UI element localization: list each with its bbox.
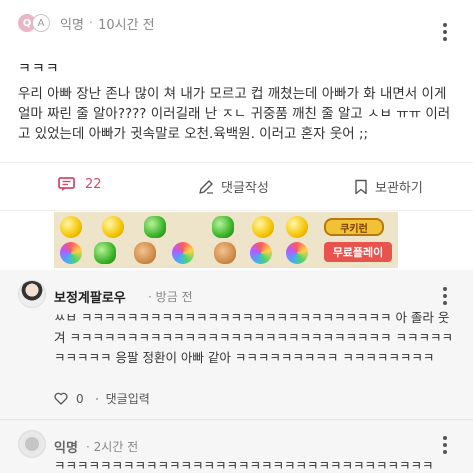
comment-author[interactable]: 익명 [54, 437, 78, 456]
write-comment-button[interactable]: 댓글작성 [198, 177, 269, 196]
post-action-bar: 22 댓글작성 보관하기 [0, 168, 473, 204]
comment-more-menu-icon[interactable] [443, 287, 447, 305]
heart-icon[interactable] [54, 392, 68, 405]
comment-time-text: 방금 전 [155, 290, 193, 304]
reply-button[interactable]: 댓글입력 [106, 390, 150, 407]
post-title: ㅋㅋㅋ [18, 61, 60, 77]
comment-text: ㅆㅂ ㅋㅋㅋㅋㅋㅋㅋㅋㅋㅋㅋㅋㅋㅋㅋㅋㅋㅋㅋㅋㅋㅋㅋㅋㅋㅋㅋ 아 졸라 웃겨 ㅋ… [54, 310, 453, 365]
bookmark-icon [355, 179, 367, 194]
ad-gem-row [54, 214, 308, 242]
divider [0, 210, 473, 211]
comment-action-separator [95, 397, 98, 400]
save-button[interactable]: 보관하기 [354, 177, 423, 196]
green-gem-icon [212, 216, 234, 238]
comment-actions: 0 댓글입력 [54, 390, 150, 407]
write-comment-label: 댓글작성 [221, 181, 269, 196]
green-gem-icon [144, 216, 166, 238]
post-more-menu-icon[interactable] [443, 23, 447, 41]
post-time: 10시간 전 [98, 17, 155, 33]
anonymous-avatar-icon [18, 430, 46, 458]
ad-logo: 쿠키런 [324, 218, 384, 236]
ad-free-play-button[interactable]: 무료플레이 [324, 242, 392, 262]
rainbow-gem-icon [286, 242, 308, 264]
comment-time: · 방금 전 [148, 288, 193, 305]
rainbow-gem-icon [250, 242, 272, 264]
ad-gem-row [54, 240, 308, 268]
post-header: Q A 익명 · 10시간 전 [18, 12, 155, 34]
yellow-gem-icon [286, 216, 308, 238]
comment-meta-separator: · [148, 290, 152, 304]
a-badge-icon: A [32, 14, 50, 32]
comment-more-menu-icon[interactable] [443, 436, 447, 454]
comment-time-text: 2시간 전 [93, 440, 139, 454]
comment-count: 22 [85, 177, 102, 192]
comment-text: ㅋㅋㅋㅋㅋㅋㅋㅋㅋㅋㅋㅋㅋㅋㅋㅋㅋㅋㅋㅋㅋㅋㅋㅋㅋㅋㅋㅋㅋㅋㅋㅋㅋ [54, 458, 434, 473]
divider [0, 162, 473, 163]
post-body: 우리 아빠 장난 존나 많이 쳐 내가 모르고 컵 깨쳤는데 아빠가 화 내면서… [18, 86, 451, 142]
avatar[interactable] [18, 280, 46, 308]
rainbow-gem-icon [60, 242, 82, 264]
post-author: 익명 [60, 17, 84, 33]
speech-bubble-icon [58, 177, 75, 191]
save-label: 보관하기 [375, 181, 423, 196]
ad-banner[interactable]: 쿠키런 무료플레이 [54, 212, 398, 268]
pencil-icon [199, 179, 213, 194]
comment-author[interactable]: 보정계팔로우 [54, 287, 126, 306]
comment-count-button[interactable]: 22 [58, 177, 102, 192]
comment-time: · 2시간 전 [86, 438, 138, 455]
post-meta-separator: · [88, 15, 94, 31]
green-gem-icon [94, 242, 116, 264]
rainbow-gem-icon [172, 242, 194, 264]
cookie-gem-icon [214, 242, 236, 264]
comment-like-count: 0 [76, 391, 84, 406]
cookie-gem-icon [134, 242, 156, 264]
yellow-gem-icon [60, 216, 82, 238]
comment-meta-separator: · [86, 440, 90, 454]
yellow-gem-icon [252, 216, 274, 238]
yellow-gem-icon [102, 216, 124, 238]
divider [0, 419, 473, 420]
